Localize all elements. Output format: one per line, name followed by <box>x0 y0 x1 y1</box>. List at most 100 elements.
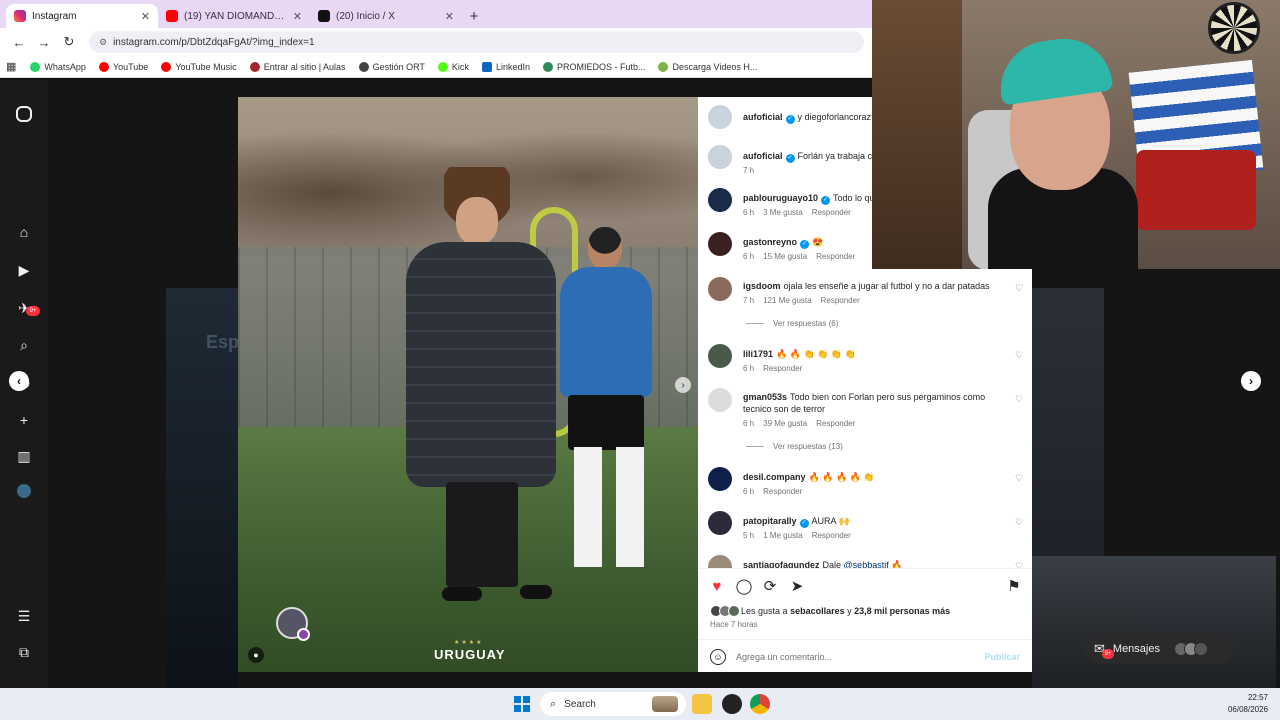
reply-button[interactable]: Responder <box>763 364 802 373</box>
new-tab-button[interactable]: + <box>462 4 486 28</box>
reply-button[interactable]: Responder <box>763 487 802 496</box>
comment-username[interactable]: gman053s <box>743 392 787 402</box>
like-comment-icon[interactable]: ♡ <box>1014 283 1024 293</box>
bookmark-gestion-ort[interactable]: Gestión ORT <box>358 61 425 72</box>
site-info-icon[interactable]: ⚙ <box>99 37 107 48</box>
search-icon[interactable]: ⌕ <box>14 335 34 355</box>
windows-start-icon[interactable] <box>514 696 530 712</box>
like-comment-icon[interactable]: ♡ <box>1014 394 1024 404</box>
reply-button[interactable]: Responder <box>812 531 851 540</box>
bookmark-kick[interactable]: Kick <box>437 61 469 72</box>
reply-button[interactable]: Responder <box>812 208 851 217</box>
share-icon[interactable]: ➤ <box>788 577 806 595</box>
bookmark-linkedin[interactable]: LinkedIn <box>481 61 530 72</box>
like-comment-icon[interactable]: ♡ <box>1014 473 1024 483</box>
save-bookmark-icon[interactable]: ⚑ <box>1005 577 1023 595</box>
comment-likes[interactable]: 121 Me gusta <box>763 296 811 305</box>
author-avatar[interactable] <box>708 145 732 169</box>
reply-button[interactable]: Responder <box>821 296 860 305</box>
close-tab-icon[interactable]: ✕ <box>293 10 302 23</box>
like-heart-icon[interactable]: ♥ <box>708 577 726 595</box>
taskbar-search[interactable]: ⌕ Search <box>540 692 686 716</box>
next-post-arrow-icon[interactable]: › <box>1241 371 1261 391</box>
comment-likes[interactable]: 15 Me gusta <box>763 252 807 261</box>
likes-user[interactable]: sebacollares <box>790 606 845 616</box>
close-tab-icon[interactable]: ✕ <box>445 10 454 23</box>
author-avatar[interactable] <box>708 105 732 129</box>
post-image[interactable]: ● ★★★★ URUGUAY › <box>238 97 698 672</box>
reload-icon[interactable]: ↻ <box>58 31 80 53</box>
tagged-users-icon[interactable]: ● <box>248 647 264 663</box>
commenter-avatar[interactable] <box>708 511 732 535</box>
tab-x[interactable]: (20) Inicio / X ✕ <box>310 4 462 28</box>
publish-button[interactable]: Publicar <box>984 652 1020 662</box>
commenter-avatar[interactable] <box>708 188 732 212</box>
likes-prefix: Les gusta a <box>741 606 788 616</box>
comment-likes[interactable]: 39 Me gusta <box>763 419 807 428</box>
messages-button[interactable]: ✉ 9+ Mensajes <box>1084 634 1234 664</box>
also-from-meta-icon[interactable]: ⧉ <box>14 642 34 662</box>
likes-count[interactable]: 23,8 mil personas más <box>854 606 950 616</box>
view-replies-button[interactable]: Ver respuestas (6) <box>746 319 838 328</box>
comment-username[interactable]: gastonreyno <box>743 237 797 247</box>
reels-icon[interactable]: ▶ <box>14 260 34 280</box>
app-icon[interactable] <box>722 694 742 714</box>
tab-youtube[interactable]: (19) YAN DIOMANDE | NEW RE ✕ <box>158 4 310 28</box>
commenter-avatar[interactable] <box>708 388 732 412</box>
comment-username[interactable]: desil.company <box>743 472 806 482</box>
carousel-next-icon[interactable]: › <box>675 377 691 393</box>
comment-username[interactable]: pablouruguayo10 <box>743 193 818 203</box>
previous-post-preview[interactable]: Esp <box>166 288 239 688</box>
commenter-avatar[interactable] <box>708 277 732 301</box>
more-menu-icon[interactable]: ☰ <box>14 606 34 626</box>
url-field[interactable]: ⚙ instagram.com/p/DbtZdqaFgAt/?img_index… <box>89 31 864 53</box>
bookmark-youtube[interactable]: YouTube <box>98 61 148 72</box>
like-comment-icon[interactable]: ♡ <box>1014 517 1024 527</box>
back-arrow-icon[interactable]: ← <box>8 31 30 53</box>
next-post-preview-lower[interactable] <box>1032 556 1276 688</box>
comment-input[interactable] <box>736 651 985 662</box>
reply-button[interactable]: Responder <box>816 252 855 261</box>
forward-arrow-icon[interactable]: → <box>33 31 55 53</box>
bookmark-aulas[interactable]: Entrar al sitio | Aulas <box>249 61 346 72</box>
author-username[interactable]: aufoficial <box>743 112 783 122</box>
bookmark-promiedos[interactable]: PROMIEDOS - Futb... <box>542 61 645 72</box>
system-clock[interactable]: 22:57 06/08/2026 <box>1228 692 1268 716</box>
comment-likes[interactable]: 3 Me gusta <box>763 208 803 217</box>
like-comment-icon[interactable]: ♡ <box>1014 350 1024 360</box>
instagram-logo-icon[interactable] <box>16 106 32 122</box>
close-tab-icon[interactable]: ✕ <box>141 10 150 23</box>
reply-button[interactable]: Responder <box>816 419 855 428</box>
comment-username[interactable]: igsdoom <box>743 281 781 291</box>
browser-tab-bar: Instagram ✕ (19) YAN DIOMANDE | NEW RE ✕… <box>0 0 872 28</box>
comment-meta: 7 h 121 Me gusta Responder <box>743 296 869 305</box>
home-icon[interactable]: ⌂ <box>14 222 34 242</box>
file-explorer-icon[interactable] <box>692 694 712 714</box>
coauthor-text[interactable]: y diegoforlancoraz <box>798 112 872 122</box>
bookmark-youtube-music[interactable]: YouTube Music <box>161 61 237 72</box>
comment-username[interactable]: lili1791 <box>743 349 773 359</box>
coach-shoe <box>442 587 482 601</box>
comment-username[interactable]: patopitarally <box>743 516 797 526</box>
bookmark-whatsapp[interactable]: WhatsApp <box>30 61 86 72</box>
repost-icon[interactable]: ⟳ <box>761 577 779 595</box>
previous-post-arrow-icon[interactable]: ‹ <box>9 371 29 391</box>
comment-text: desil.company 🔥 🔥 🔥 🔥 👏 <box>743 471 1002 483</box>
create-icon[interactable]: + <box>14 410 34 430</box>
comment-likes[interactable]: 1 Me gusta <box>763 531 803 540</box>
comment-icon[interactable]: ◯ <box>735 577 753 595</box>
likes-summary[interactable]: Les gusta a sebacollares y 23,8 mil pers… <box>710 605 950 617</box>
dashboard-icon[interactable]: ▥ <box>14 446 34 466</box>
view-replies-button[interactable]: Ver respuestas (13) <box>746 442 843 451</box>
commenter-avatar[interactable] <box>708 232 732 256</box>
profile-avatar-icon[interactable] <box>17 484 31 498</box>
caption-username[interactable]: aufoficial <box>743 151 783 161</box>
bookmark-descarga-videos[interactable]: Descarga Videos H... <box>658 61 757 72</box>
collab-avatar[interactable] <box>276 607 310 641</box>
chrome-icon[interactable] <box>750 694 770 714</box>
commenter-avatar[interactable] <box>708 467 732 491</box>
tab-instagram[interactable]: Instagram ✕ <box>6 4 158 28</box>
apps-grid-icon[interactable]: ▦ <box>6 60 16 73</box>
commenter-avatar[interactable] <box>708 344 732 368</box>
emoji-picker-icon[interactable]: ☺ <box>710 648 726 665</box>
